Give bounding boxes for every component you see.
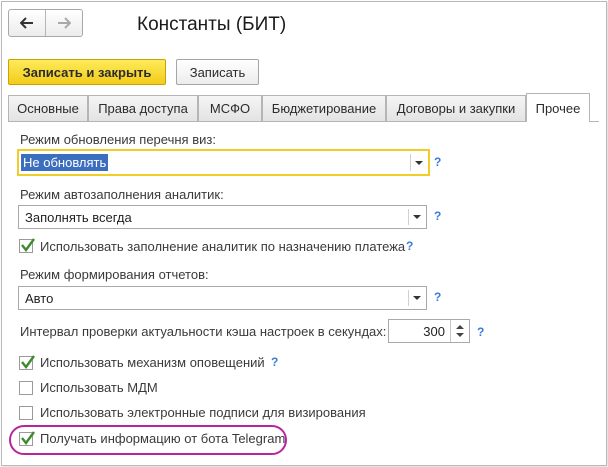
chevron-up-icon[interactable] (456, 325, 464, 329)
help-icon[interactable]: ? (434, 290, 441, 304)
tabs-baseline (8, 121, 599, 122)
arrow-right-icon (58, 17, 71, 29)
help-icon[interactable]: ? (434, 209, 441, 223)
help-icon[interactable]: ? (406, 239, 413, 253)
cache-interval-label: Интервал проверки актуальности кэша наст… (20, 324, 387, 339)
checkmark-icon (21, 238, 35, 252)
use-mdm-label: Использовать МДМ (40, 380, 158, 395)
report-mode-label: Режим формирования отчетов: (20, 267, 209, 282)
autofill-value: Заполнять всегда (25, 210, 132, 225)
forward-button[interactable] (46, 10, 82, 36)
chevron-down-icon[interactable] (415, 160, 423, 165)
chevron-down-icon[interactable] (456, 333, 464, 337)
chevron-down-icon[interactable] (413, 215, 421, 219)
report-mode-value: Авто (25, 291, 54, 306)
checkmark-icon (21, 355, 35, 369)
help-icon[interactable]: ? (271, 355, 278, 369)
visa-update-label: Режим обновления перечня виз: (20, 132, 216, 147)
cache-interval-value: 300 (423, 324, 445, 339)
report-mode-select[interactable]: Авто (18, 286, 427, 310)
tab-ifrs[interactable]: МСФО (198, 95, 262, 121)
save-button[interactable]: Записать (176, 59, 259, 85)
telegram-checkbox[interactable] (19, 431, 35, 446)
cache-interval-input[interactable]: 300 (388, 319, 470, 343)
autofill-label: Режим автозаполнения аналитик: (20, 187, 224, 202)
navigation-buttons (8, 9, 83, 37)
tab-other[interactable]: Прочее (526, 93, 590, 122)
chevron-down-icon[interactable] (413, 296, 421, 300)
save-and-close-button[interactable]: Записать и закрыть (8, 59, 166, 85)
telegram-label: Получать информацию от бота Telegram (40, 431, 286, 446)
help-icon[interactable]: ? (477, 325, 484, 339)
arrow-left-icon (20, 17, 33, 29)
use-autofill-by-purpose-label: Использовать заполнение аналитик по назн… (40, 239, 406, 254)
help-icon[interactable]: ? (434, 155, 441, 169)
back-button[interactable] (9, 10, 46, 36)
use-mdm-checkbox[interactable] (19, 381, 33, 395)
tab-contracts-procurement[interactable]: Договоры и закупки (386, 95, 526, 121)
tab-access-rights[interactable]: Права доступа (88, 95, 198, 121)
checkmark-icon (21, 431, 35, 445)
use-esign-label: Использовать электронные подписи для виз… (40, 405, 366, 420)
use-autofill-by-purpose-checkbox[interactable] (19, 238, 35, 253)
page-title: Константы (БИТ) (137, 14, 287, 35)
use-notifications-label: Использовать механизм оповещений (40, 355, 265, 370)
use-notifications-checkbox[interactable] (19, 355, 35, 370)
tab-main[interactable]: Основные (8, 95, 88, 121)
visa-update-value: Не обновлять (21, 154, 109, 171)
use-esign-checkbox[interactable] (19, 406, 33, 420)
tab-budgeting[interactable]: Бюджетирование (262, 95, 386, 121)
cache-interval-stepper[interactable] (450, 320, 469, 342)
autofill-select[interactable]: Заполнять всегда (18, 205, 427, 229)
visa-update-select[interactable]: Не обновлять (17, 149, 430, 176)
